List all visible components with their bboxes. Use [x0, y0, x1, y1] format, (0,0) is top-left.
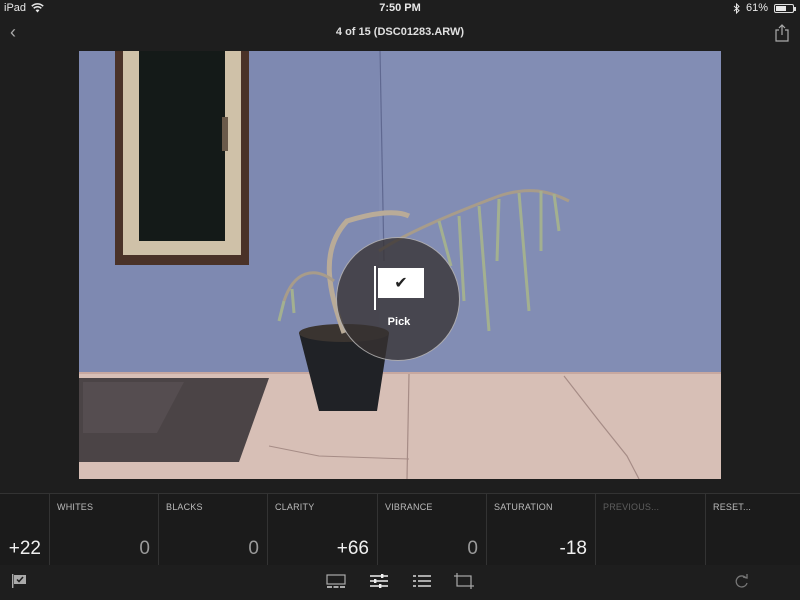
photo-title: 4 of 15 (DSC01283.ARW) — [335, 26, 465, 38]
filmstrip-icon[interactable] — [326, 573, 346, 589]
adjustment-label: RESET... — [713, 502, 752, 512]
adjustment-cell-clarity[interactable]: CLARITY +66 — [268, 494, 378, 566]
adjust-sliders-icon[interactable] — [369, 573, 389, 589]
flag-pick-icon[interactable] — [11, 574, 27, 588]
status-time: 7:50 PM — [379, 2, 421, 14]
adjustment-cell-partial[interactable]: +22 — [0, 494, 50, 566]
adjustment-value: +22 — [8, 538, 41, 559]
flag-pole — [374, 266, 376, 310]
bluetooth-icon — [733, 2, 740, 14]
adjustment-cell-blacks[interactable]: BLACKS 0 — [159, 494, 268, 566]
crop-icon[interactable] — [454, 573, 474, 589]
adjustment-label: SATURATION — [494, 502, 553, 512]
reset-button[interactable]: RESET... — [706, 494, 800, 566]
photo-canvas[interactable]: ✔ Pick — [79, 51, 721, 479]
status-bar: iPad 7:50 PM 61% — [0, 0, 800, 16]
adjustment-label: WHITES — [57, 502, 94, 512]
battery-percent: 61% — [745, 2, 768, 14]
adjustment-cell-whites[interactable]: WHITES 0 — [50, 494, 159, 566]
pick-label: Pick — [387, 316, 411, 328]
adjustment-strip: +22 WHITES 0 BLACKS 0 CLARITY +66 VIBRAN… — [0, 493, 800, 566]
status-right: 61% — [733, 2, 796, 14]
adjustment-label: PREVIOUS... — [603, 502, 660, 512]
adjustment-label: BLACKS — [166, 502, 203, 512]
presets-list-icon[interactable] — [412, 573, 432, 589]
battery-icon — [774, 3, 796, 13]
previous-button[interactable]: PREVIOUS... — [596, 494, 706, 566]
pick-flag-overlay: ✔ Pick — [336, 237, 460, 361]
bottom-toolbar — [0, 565, 800, 600]
adjustment-value: 0 — [467, 538, 478, 559]
adjustment-value: 0 — [248, 538, 259, 559]
checkmark-icon: ✔ — [394, 273, 408, 292]
adjustment-value: +66 — [336, 538, 369, 559]
title-bar: ‹ 4 of 15 (DSC01283.ARW) — [0, 16, 800, 50]
adjustment-cell-saturation[interactable]: SATURATION -18 — [487, 494, 596, 566]
share-icon[interactable] — [774, 24, 790, 42]
adjustment-label: VIBRANCE — [385, 502, 433, 512]
adjustment-cell-vibrance[interactable]: VIBRANCE 0 — [378, 494, 487, 566]
adjustment-value: -18 — [559, 538, 587, 559]
adjustment-label: CLARITY — [275, 502, 315, 512]
redo-icon[interactable] — [735, 573, 749, 589]
adjustment-value: 0 — [139, 538, 150, 559]
